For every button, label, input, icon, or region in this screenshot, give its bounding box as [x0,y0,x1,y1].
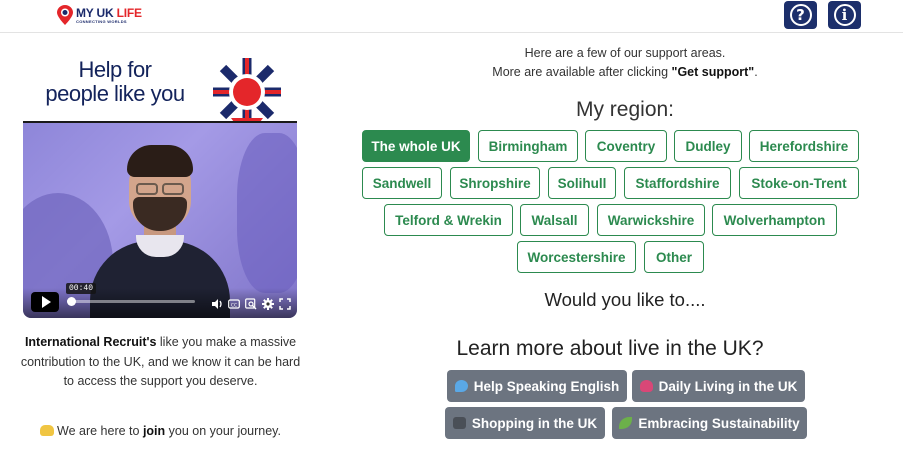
progress-handle[interactable] [67,297,76,306]
join-text-bold: join [142,424,166,438]
region-button-coventry[interactable]: Coventry [585,130,667,162]
region-button-other[interactable]: Other [644,241,704,273]
join-text-after: you on your journey. [165,424,281,438]
region-button-shropshire[interactable]: Shropshire [450,167,540,199]
clapping-hands-icon [40,425,55,436]
volume-icon[interactable] [211,298,223,310]
region-button-warwickshire[interactable]: Warwickshire [597,204,705,236]
help-button[interactable]: ? [784,1,817,29]
info-button[interactable]: i [828,1,861,29]
speech-bubble-icon [454,380,468,392]
leaf-icon [619,417,633,429]
region-button-worcestershire[interactable]: Worcestershire [517,241,636,273]
top-header: MY UK LIFE CONNECTING WORLDS ? i [0,0,903,33]
intro-bold: International Recruit's [24,335,157,349]
help-speaking-english-button[interactable]: Help Speaking English [447,370,627,402]
support-line2-end: . [754,65,758,79]
region-button-the-whole-uk[interactable]: The whole UK [362,130,470,162]
settings-icon[interactable] [262,298,274,310]
region-button-wolverhampton[interactable]: Wolverhampton [712,204,837,236]
action-label: Help Speaking English [473,378,620,394]
support-line2: More are available after clicking [492,65,672,79]
shopping-cart-icon [452,417,466,429]
support-areas-text: Here are a few of our support areas. Mor… [420,44,830,82]
my-uk-life-logo[interactable]: MY UK LIFE CONNECTING WORLDS [57,3,142,27]
would-you-like-heading: Would you like to.... [544,289,706,310]
svg-text:CC: CC [231,302,237,308]
time-tooltip: 00:40 [66,283,97,294]
region-title: My region: [575,98,675,121]
action-label: Daily Living in the UK [658,378,798,394]
intro-paragraph: International Recruit's like you make a … [18,333,303,392]
learn-more-heading: Learn more about live in the UK? [456,337,764,360]
banner-title-line1: Help for [78,57,152,82]
video-progress-bar[interactable] [67,297,195,306]
embracing-sustainability-button[interactable]: Embracing Sustainability [612,407,807,439]
support-line1: Here are a few of our support areas. [524,46,726,60]
question-circle-icon: ? [789,4,812,26]
video-player[interactable]: 00:40 CC [23,121,297,318]
region-button-solihull[interactable]: Solihull [548,167,616,199]
play-button[interactable] [31,292,59,312]
action-label: Shopping in the UK [471,415,598,431]
heart-icon [639,380,653,392]
banner-title: Help for people like you [40,58,190,106]
region-button-birmingham[interactable]: Birmingham [478,130,578,162]
banner-title-line2: people like you [45,81,185,106]
region-button-telford-wrekin[interactable]: Telford & Wrekin [384,204,513,236]
logo-accent-text: LIFE [116,5,142,20]
captions-icon[interactable]: CC [228,298,240,310]
info-circle-icon: i [833,4,856,26]
daily-living-button[interactable]: Daily Living in the UK [632,370,805,402]
play-icon [41,296,51,308]
region-button-stoke-on-trent[interactable]: Stoke-on-Trent [739,167,859,199]
join-text-before: We are here to [57,424,143,438]
logo-main-text: MY UK [76,5,114,20]
region-button-herefordshire[interactable]: Herefordshire [749,130,859,162]
region-button-sandwell[interactable]: Sandwell [362,167,442,199]
fullscreen-icon[interactable] [279,298,291,310]
location-pin-icon [57,5,73,25]
action-label: Embracing Sustainability [638,415,800,431]
join-message: We are here to join you on your journey. [18,424,303,438]
shopping-in-uk-button[interactable]: Shopping in the UK [445,407,605,439]
logo-tagline: CONNECTING WORLDS [76,18,127,24]
region-button-dudley[interactable]: Dudley [674,130,742,162]
region-button-staffordshire[interactable]: Staffordshire [624,167,731,199]
help-banner: Help for people like you [23,46,297,140]
get-support-label: "Get support" [671,65,755,79]
search-icon[interactable] [245,298,257,310]
region-button-walsall[interactable]: Walsall [520,204,589,236]
